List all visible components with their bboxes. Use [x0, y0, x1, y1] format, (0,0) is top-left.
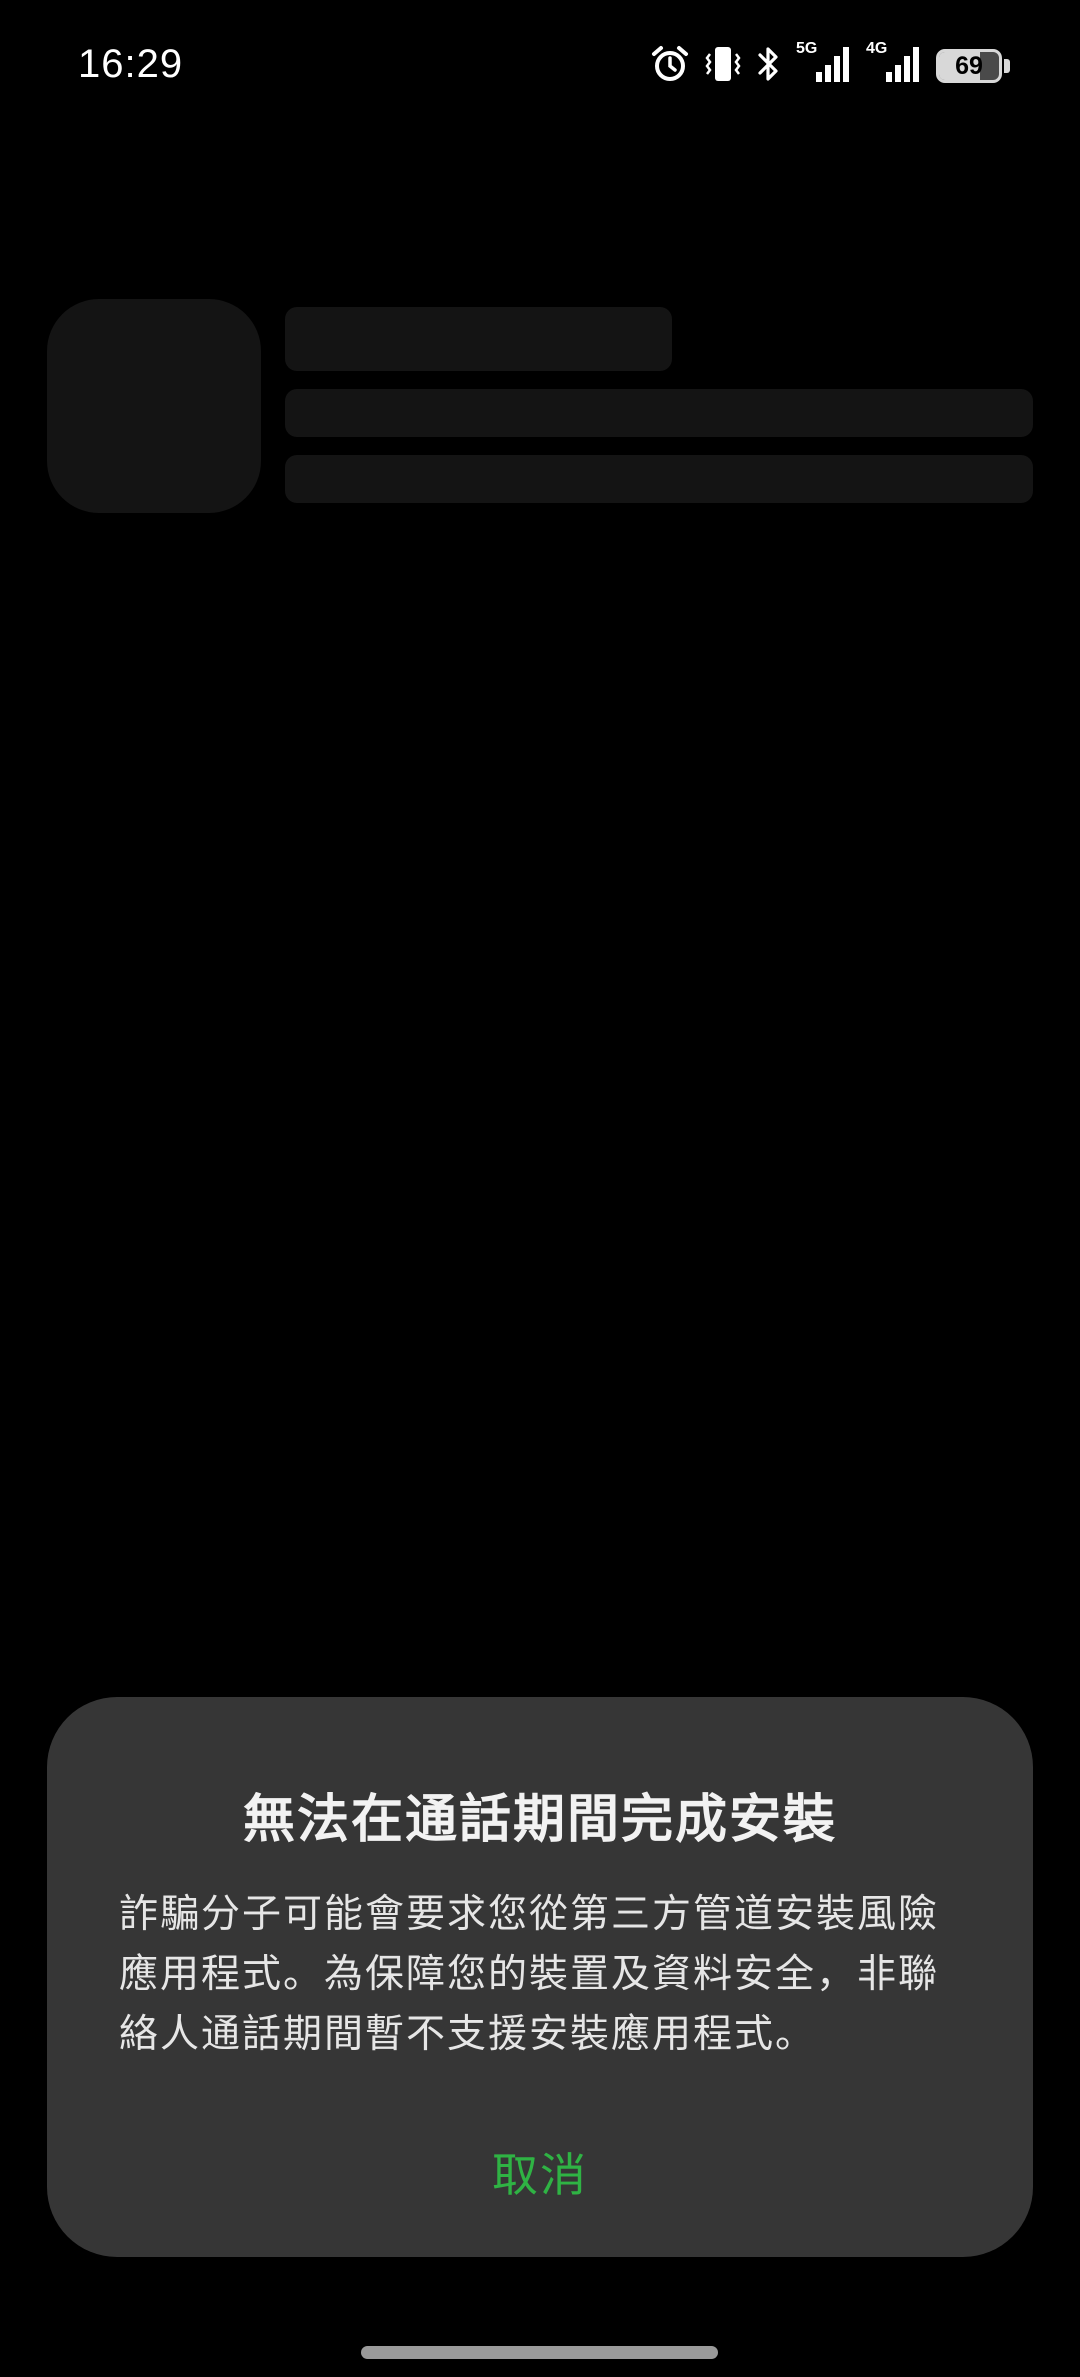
app-info-placeholder-line-2 — [285, 455, 1033, 503]
network-4g-label: 4G — [866, 40, 888, 57]
network-5g-label: 5G — [796, 40, 818, 57]
vibrate-icon — [704, 44, 742, 88]
battery-body: 69 — [936, 49, 1002, 83]
signal-5g-icon: 5G — [796, 40, 852, 88]
bluetooth-icon — [756, 44, 782, 88]
app-info-placeholder-line-1 — [285, 389, 1033, 437]
dialog-title: 無法在通話期間完成安裝 — [242, 1790, 837, 1850]
app-icon-placeholder — [47, 299, 261, 513]
status-time: 16:29 — [78, 42, 184, 86]
app-title-placeholder — [285, 307, 672, 371]
status-bar: 16:29 5G 4G 69 — [0, 0, 1080, 140]
battery-cap — [1004, 59, 1010, 73]
signal-4g-icon: 4G — [866, 40, 922, 88]
alarm-icon — [650, 44, 690, 88]
cancel-button[interactable]: 取消 — [430, 2127, 650, 2217]
battery-level: 69 — [955, 51, 983, 80]
install-blocked-dialog: 無法在通話期間完成安裝 詐騙分子可能會要求您從第三方管道安裝風險應用程式。為保障… — [47, 1697, 1033, 2257]
dialog-message: 詐騙分子可能會要求您從第三方管道安裝風險應用程式。為保障您的裝置及資料安全，非聯… — [119, 1892, 940, 2057]
home-indicator[interactable] — [361, 2346, 718, 2359]
battery-icon: 69 — [936, 49, 1010, 83]
status-icons: 5G 4G 69 — [650, 40, 1010, 88]
